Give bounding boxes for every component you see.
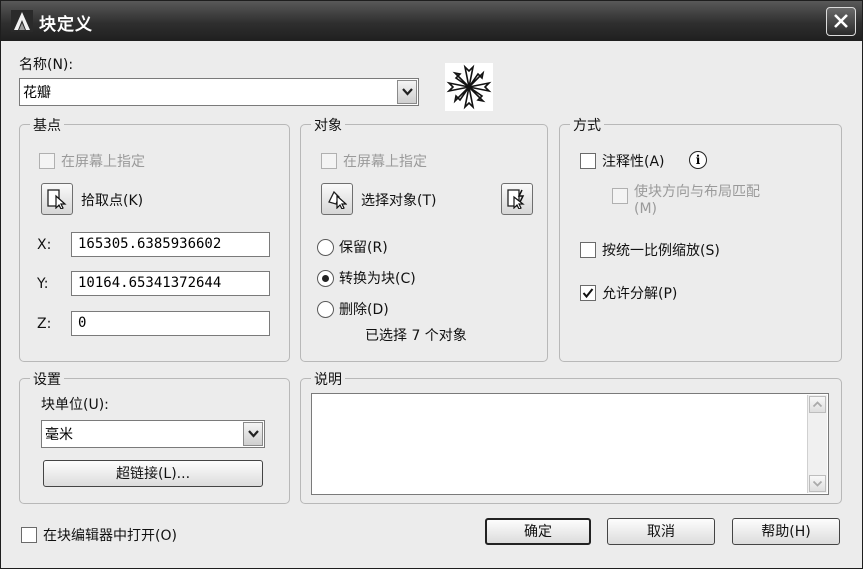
match-orientation-label: 使块方向与布局匹配(M) [634,184,760,217]
title-bar[interactable]: 块定义 [1,1,862,41]
objects-specify-onscreen-label: 在屏幕上指定 [343,154,427,170]
description-textarea[interactable] [311,393,829,495]
description-group-title: 说明 [311,369,345,389]
block-name-combobox[interactable]: 花瓣 [19,78,419,106]
annotative-checkbox[interactable] [580,153,596,169]
close-button[interactable] [826,7,856,36]
block-name-value: 花瓣 [23,85,51,101]
retain-label: 保留(R) [339,240,388,256]
chevron-down-icon [248,430,259,438]
selected-count-text: 已选择 7 个对象 [365,328,467,344]
y-coordinate-input[interactable]: 10164.65341372644 [71,271,270,296]
objects-group-title: 对象 [311,115,345,135]
select-objects-button[interactable] [321,183,353,215]
basepoint-group-title: 基点 [30,115,64,135]
objects-specify-onscreen-checkbox[interactable] [321,153,337,169]
scroll-down-button[interactable] [809,475,826,492]
convert-to-block-radio[interactable] [317,270,334,287]
close-icon [834,14,848,28]
allow-exploding-label: 允许分解(P) [602,286,678,302]
scroll-up-button[interactable] [809,396,826,413]
block-unit-label: 块单位(U): [41,397,109,413]
name-label: 名称(N): [19,57,74,73]
z-label: Z: [37,316,52,332]
info-icon[interactable]: i [689,151,707,169]
annotative-label: 注释性(A) [602,154,665,170]
autocad-app-icon [11,10,33,32]
delete-label: 删除(D) [339,302,389,318]
x-label: X: [37,237,52,253]
window-title: 块定义 [39,15,93,35]
settings-group-title: 设置 [30,369,64,389]
select-objects-icon [328,190,347,209]
convert-to-block-label: 转换为块(C) [339,271,416,287]
pick-point-icon [47,189,67,209]
x-coordinate-input[interactable]: 165305.6385936602 [71,232,270,257]
basepoint-specify-onscreen-label: 在屏幕上指定 [61,154,145,170]
radio-selected-dot [322,275,329,282]
scale-uniformly-checkbox[interactable] [580,242,596,258]
hyperlink-button[interactable]: 超链接(L)... [43,460,263,487]
delete-radio[interactable] [317,301,334,318]
select-objects-label: 选择对象(T) [361,193,437,209]
y-label: Y: [37,276,49,292]
cancel-button[interactable]: 取消 [607,518,715,545]
allow-exploding-checkbox[interactable] [580,285,596,301]
block-unit-combobox[interactable]: 毫米 [41,420,265,448]
flower-preview-icon [446,64,492,110]
basepoint-specify-onscreen-checkbox[interactable] [39,153,55,169]
z-coordinate-input[interactable]: 0 [71,311,270,336]
block-name-dropdown-button[interactable] [397,80,417,104]
behavior-group-title: 方式 [570,115,604,135]
retain-radio[interactable] [317,239,334,256]
match-orientation-checkbox[interactable] [612,188,628,204]
quick-select-icon [507,189,525,209]
help-button[interactable]: 帮助(H) [732,518,840,545]
pick-point-label: 拾取点(K) [81,193,144,209]
block-unit-dropdown-button[interactable] [243,422,263,446]
chevron-down-icon [402,88,413,96]
block-unit-value: 毫米 [45,427,73,443]
open-in-block-editor-checkbox[interactable] [21,527,37,543]
scale-uniformly-label: 按统一比例缩放(S) [602,243,720,259]
pick-point-button[interactable] [41,183,73,215]
open-in-block-editor-label: 在块编辑器中打开(O) [43,528,177,544]
ok-button[interactable]: 确定 [485,518,591,545]
description-scrollbar[interactable] [807,395,827,493]
chevron-down-icon [812,480,823,487]
chevron-up-icon [812,401,823,408]
quick-select-button[interactable] [501,183,533,215]
block-preview [445,63,493,111]
checkmark-icon [582,288,594,299]
block-definition-dialog: 块定义 名称(N): 花瓣 基点 在屏幕上指定 拾取点(K) X: 165305… [0,0,863,569]
